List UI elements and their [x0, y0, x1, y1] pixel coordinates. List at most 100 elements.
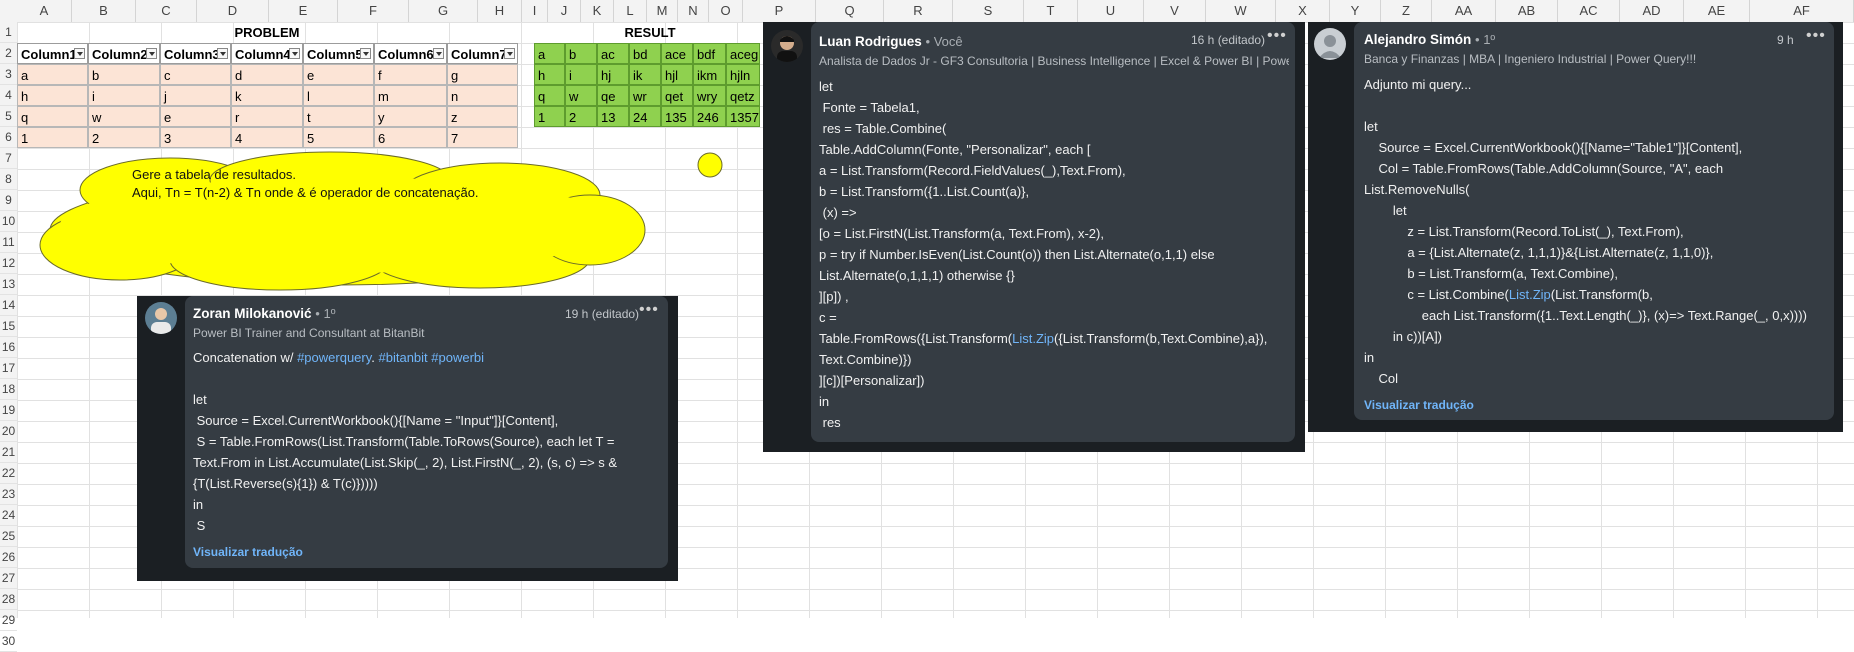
avatar[interactable] — [1314, 28, 1346, 60]
result-cell[interactable]: 246 — [693, 106, 726, 127]
result-cell[interactable]: hjln — [726, 64, 760, 85]
result-cell[interactable]: w — [565, 85, 597, 106]
row-header[interactable]: 11 — [0, 232, 17, 253]
result-cell[interactable]: hjl — [661, 64, 693, 85]
problem-cell[interactable]: g — [447, 64, 518, 85]
filter-dropdown-icon[interactable] — [289, 48, 300, 59]
row-header[interactable]: 9 — [0, 190, 17, 211]
column-header[interactable]: G — [409, 0, 478, 22]
hashtag-powerbi[interactable]: #powerbi — [431, 350, 484, 365]
list-zip-link[interactable]: List.Zip — [1509, 287, 1551, 302]
column-header[interactable]: K — [581, 0, 614, 22]
column-header[interactable]: Y — [1330, 0, 1381, 22]
hashtag-powerquery[interactable]: #powerquery — [297, 350, 371, 365]
problem-cell[interactable]: t — [303, 106, 374, 127]
result-cell[interactable]: aceg — [726, 43, 760, 64]
list-zip-link[interactable]: List.Zip — [1012, 331, 1054, 346]
problem-header-cell[interactable]: Column7 — [447, 43, 518, 64]
problem-cell[interactable]: f — [374, 64, 447, 85]
column-header[interactable]: J — [548, 0, 581, 22]
result-cell[interactable]: 24 — [629, 106, 661, 127]
problem-cell[interactable]: 7 — [447, 127, 518, 148]
row-header[interactable]: 18 — [0, 379, 17, 400]
row-header[interactable]: 15 — [0, 316, 17, 337]
problem-cell[interactable]: m — [374, 85, 447, 106]
row-header[interactable]: 24 — [0, 505, 17, 526]
result-cell[interactable]: ik — [629, 64, 661, 85]
problem-cell[interactable]: 1 — [17, 127, 88, 148]
filter-dropdown-icon[interactable] — [504, 48, 515, 59]
row-header[interactable]: 25 — [0, 526, 17, 547]
result-cell[interactable]: qe — [597, 85, 629, 106]
column-header[interactable]: S — [953, 0, 1024, 22]
result-cell[interactable]: 13 — [597, 106, 629, 127]
column-header[interactable]: R — [884, 0, 953, 22]
problem-header-cell[interactable]: Column2 — [88, 43, 160, 64]
problem-cell[interactable]: d — [231, 64, 303, 85]
problem-cell[interactable]: c — [160, 64, 231, 85]
column-header[interactable]: AF — [1750, 0, 1854, 22]
result-cell[interactable]: q — [534, 85, 565, 106]
problem-header-cell[interactable]: Column1 — [17, 43, 88, 64]
result-cell[interactable]: qet — [661, 85, 693, 106]
column-header[interactable]: H — [478, 0, 522, 22]
problem-header-cell[interactable]: Column3 — [160, 43, 231, 64]
problem-cell[interactable]: 4 — [231, 127, 303, 148]
filter-dropdown-icon[interactable] — [74, 48, 85, 59]
problem-cell[interactable]: j — [160, 85, 231, 106]
problem-cell[interactable]: r — [231, 106, 303, 127]
column-header[interactable]: A — [17, 0, 72, 22]
column-header[interactable]: E — [269, 0, 338, 22]
problem-cell[interactable]: a — [17, 64, 88, 85]
column-header[interactable]: D — [197, 0, 269, 22]
problem-cell[interactable]: l — [303, 85, 374, 106]
result-cell[interactable]: wr — [629, 85, 661, 106]
result-cell[interactable]: ace — [661, 43, 693, 64]
problem-header-cell[interactable]: Column5 — [303, 43, 374, 64]
result-cell[interactable]: h — [534, 64, 565, 85]
problem-cell[interactable]: i — [88, 85, 160, 106]
problem-cell[interactable]: n — [447, 85, 518, 106]
problem-cell[interactable]: 6 — [374, 127, 447, 148]
problem-cell[interactable]: k — [231, 85, 303, 106]
row-header[interactable]: 17 — [0, 358, 17, 379]
author-name-text[interactable]: Alejandro Simón — [1364, 32, 1471, 47]
row-header[interactable]: 1 — [0, 22, 17, 43]
column-header[interactable]: O — [709, 0, 743, 22]
problem-cell[interactable]: w — [88, 106, 160, 127]
row-header[interactable]: 10 — [0, 211, 17, 232]
problem-cell[interactable]: z — [447, 106, 518, 127]
more-options-icon[interactable]: ••• — [1267, 27, 1287, 45]
column-header[interactable]: B — [72, 0, 136, 22]
result-cell[interactable]: hj — [597, 64, 629, 85]
filter-dropdown-icon[interactable] — [146, 48, 157, 59]
column-header[interactable]: V — [1144, 0, 1206, 22]
more-options-icon[interactable]: ••• — [1806, 27, 1826, 45]
row-header[interactable]: 23 — [0, 484, 17, 505]
row-header[interactable]: 7 — [0, 148, 17, 169]
problem-cell[interactable]: q — [17, 106, 88, 127]
problem-cell[interactable]: e — [160, 106, 231, 127]
row-header[interactable]: 30 — [0, 631, 17, 652]
author-name[interactable]: Luan Rodrigues • Você — [819, 34, 963, 49]
problem-cell[interactable]: 5 — [303, 127, 374, 148]
column-header[interactable]: AA — [1432, 0, 1496, 22]
row-header[interactable]: 26 — [0, 547, 17, 568]
result-cell[interactable]: qetz — [726, 85, 760, 106]
row-header[interactable]: 4 — [0, 85, 17, 106]
result-cell[interactable]: i — [565, 64, 597, 85]
column-header[interactable]: F — [338, 0, 409, 22]
row-header[interactable]: 22 — [0, 463, 17, 484]
column-header[interactable]: W — [1206, 0, 1276, 22]
column-header[interactable]: I — [522, 0, 548, 22]
result-cell[interactable]: 1 — [534, 106, 565, 127]
translate-link[interactable]: Visualizar tradução — [1364, 398, 1474, 412]
result-cell[interactable]: ac — [597, 43, 629, 64]
result-cell[interactable]: bd — [629, 43, 661, 64]
hashtag-bitanbit[interactable]: #bitanbit — [379, 350, 428, 365]
column-header[interactable]: Z — [1381, 0, 1432, 22]
column-header[interactable]: X — [1276, 0, 1330, 22]
problem-cell[interactable]: h — [17, 85, 88, 106]
column-header[interactable]: N — [678, 0, 709, 22]
author-name-text[interactable]: Luan Rodrigues — [819, 34, 922, 49]
